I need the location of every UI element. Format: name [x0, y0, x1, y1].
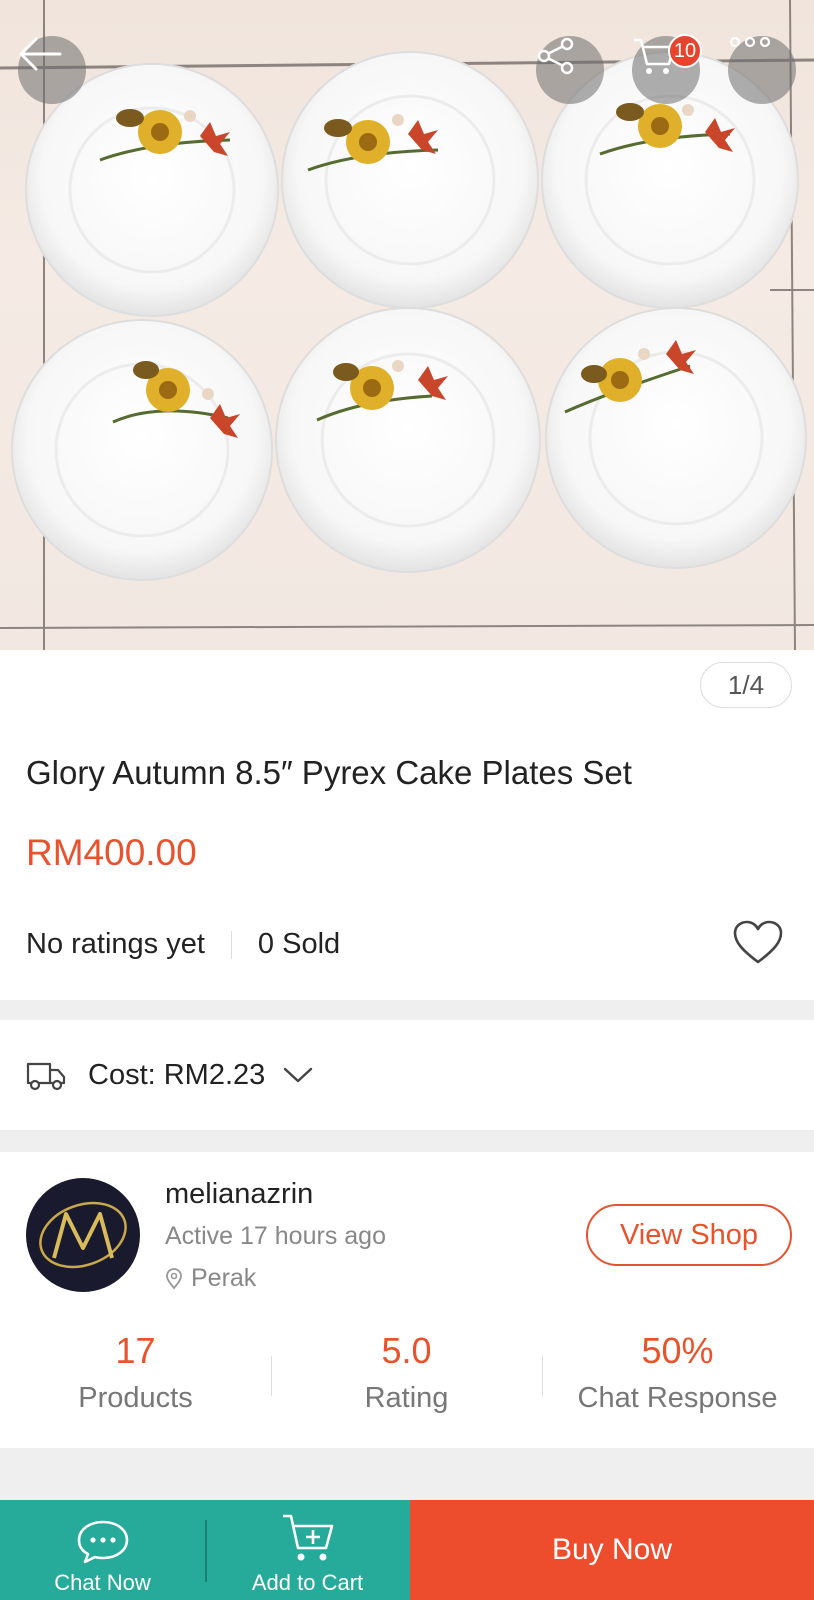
metric-rating[interactable]: 5.0 Rating [271, 1330, 542, 1430]
shop-active-status: Active 17 hours ago [165, 1222, 386, 1250]
chat-now-button[interactable]: Chat Now [0, 1500, 205, 1600]
product-page: 10 1/4 Glory Autumn 8.5″ Pyrex Cake Plat… [0, 0, 814, 1600]
shipping-cost: Cost: RM2.23 [88, 1058, 266, 1091]
shipping-row[interactable]: Cost: RM2.23 [0, 1020, 814, 1130]
back-arrow-icon [19, 37, 62, 71]
metric-label: Products [78, 1382, 193, 1414]
shop-logo [39, 1201, 127, 1269]
add-to-cart-label: Add to Cart [251, 1570, 364, 1595]
metric-label: Rating [364, 1382, 449, 1414]
shop-metrics: 17 Products 5.0 Rating 50% Chat Response [0, 1330, 814, 1430]
divider [230, 930, 232, 959]
sold-count: 0 Sold [257, 928, 341, 960]
view-shop-button[interactable]: View Shop [586, 1204, 792, 1266]
cart-count-badge: 10 [668, 34, 702, 68]
product-image[interactable]: 10 [0, 0, 814, 650]
product-price: RM400.00 [26, 832, 197, 873]
image-counter: 1/4 [700, 662, 792, 708]
metric-value: 5.0 [381, 1330, 432, 1371]
truck-icon [26, 1062, 66, 1091]
product-title: Glory Autumn 8.5″ Pyrex Cake Plates Set [26, 754, 632, 791]
heart-icon [733, 920, 783, 964]
chevron-down-icon[interactable] [283, 1066, 313, 1084]
product-stats: No ratings yet 0 Sold [26, 928, 340, 961]
product-info: 1/4 Glory Autumn 8.5″ Pyrex Cake Plates … [0, 650, 814, 1000]
chat-now-label: Chat Now [54, 1570, 151, 1595]
shop-location: Perak [165, 1264, 256, 1293]
shop-card: melianazrin Active 17 hours ago Perak Vi… [0, 1152, 814, 1448]
bottom-action-bar: Chat Now Add to Cart Buy Now [0, 1500, 814, 1600]
like-button[interactable] [732, 920, 784, 971]
ratings-text: No ratings yet [26, 928, 205, 960]
cart-button[interactable]: 10 [632, 34, 702, 104]
buy-now-button[interactable]: Buy Now [410, 1500, 814, 1600]
back-button[interactable] [18, 36, 86, 104]
metric-products[interactable]: 17 Products [0, 1330, 271, 1430]
add-to-cart-icon [282, 1514, 333, 1561]
metric-value: 17 [115, 1330, 156, 1371]
more-icon [729, 36, 771, 48]
more-button[interactable] [728, 36, 796, 104]
share-icon [537, 37, 574, 75]
metric-chat-response[interactable]: 50% Chat Response [542, 1330, 813, 1430]
chat-icon [77, 1520, 128, 1564]
share-button[interactable] [536, 36, 604, 104]
metric-label: Chat Response [577, 1382, 778, 1414]
metric-value: 50% [641, 1330, 714, 1371]
shop-location-text: Perak [191, 1264, 257, 1292]
shop-avatar[interactable] [26, 1178, 140, 1292]
location-pin-icon [166, 1267, 182, 1289]
shop-name[interactable]: melianazrin [165, 1178, 313, 1211]
add-to-cart-button[interactable]: Add to Cart [205, 1500, 410, 1600]
plates-photo [0, 0, 814, 650]
